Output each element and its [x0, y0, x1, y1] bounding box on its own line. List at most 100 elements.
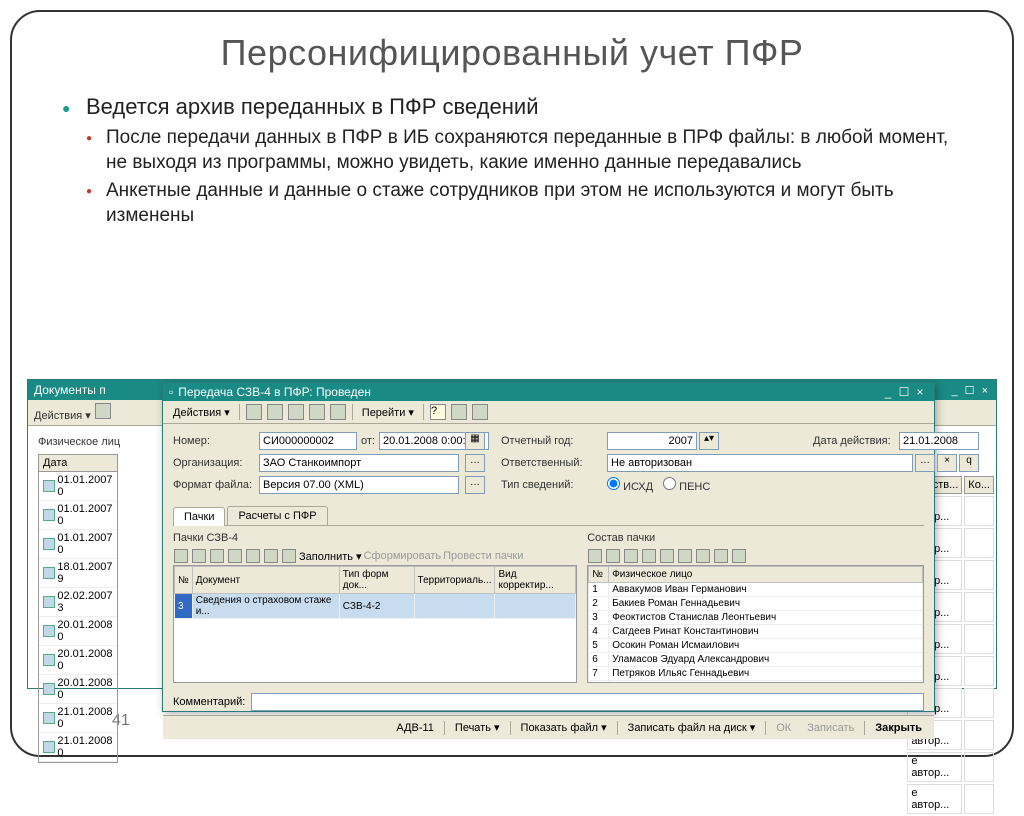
adv11-button[interactable]: АДВ-11 — [390, 720, 440, 736]
person-row[interactable]: 1Аввакумов Иван Германович — [589, 583, 923, 597]
toolbar-icon[interactable] — [606, 549, 620, 563]
form-button[interactable]: Сформировать — [364, 550, 442, 562]
toolbar-icon[interactable] — [714, 549, 728, 563]
date-row[interactable]: 20.01.2008 0 — [39, 617, 117, 646]
pack-content-title: Состав пачки — [587, 532, 924, 544]
toolbar-icon[interactable] — [309, 404, 325, 420]
person-row[interactable]: 5Осокин Роман Исмаилович — [589, 639, 923, 653]
col-person[interactable]: Физическое лицо — [609, 567, 923, 583]
toolbar-icon[interactable] — [696, 549, 710, 563]
doc-icon — [43, 538, 55, 550]
select-button[interactable]: … — [915, 454, 935, 472]
window-buttons[interactable]: _ ☐ × — [951, 384, 990, 397]
save-button[interactable]: Записать — [801, 720, 860, 736]
date-row[interactable]: 20.01.2008 0 — [39, 675, 117, 704]
table-row[interactable]: е автор... — [907, 784, 994, 814]
ok-button[interactable]: ОК — [770, 720, 797, 736]
doc-icon — [43, 741, 55, 753]
tab-pachki[interactable]: Пачки — [173, 507, 225, 526]
close-button[interactable]: × — [912, 385, 928, 399]
date-row[interactable]: 02.02.2007 3 — [39, 588, 117, 617]
bullet-level2: Анкетные данные и данные о стаже сотрудн… — [62, 179, 972, 228]
toolbar-icon[interactable] — [678, 549, 692, 563]
dates-grid: Дата 01.01.2007 001.01.2007 001.01.2007 … — [38, 454, 118, 763]
close-button[interactable]: Закрыть — [869, 720, 928, 736]
transfer-szv4-dialog: ▫Передача СЗВ-4 в ПФР: Проведен _☐× Дейс… — [162, 382, 935, 712]
comment-field[interactable] — [251, 693, 924, 711]
tab-raschety[interactable]: Расчеты с ПФР — [227, 506, 327, 525]
print-button[interactable]: Печать ▾ — [449, 719, 506, 736]
person-row[interactable]: 6Уламасов Эдуард Александрович — [589, 653, 923, 667]
clear-button[interactable]: × — [937, 454, 957, 472]
toolbar-icon[interactable] — [642, 549, 656, 563]
org-select-button[interactable]: … — [465, 454, 485, 472]
toolbar-icon[interactable] — [288, 404, 304, 420]
org-field[interactable] — [259, 454, 459, 472]
date-row[interactable]: 18.01.2007 9 — [39, 559, 117, 588]
responsible-field[interactable] — [607, 454, 913, 472]
org-label: Организация: — [173, 457, 253, 469]
toolbar-icon[interactable] — [95, 403, 111, 419]
date-picker-button[interactable]: ▦ — [465, 432, 485, 450]
toolbar-icon[interactable] — [174, 549, 188, 563]
date-row[interactable]: 21.01.2008 0 — [39, 733, 117, 762]
show-file-button[interactable]: Показать файл ▾ — [515, 719, 613, 736]
person-row[interactable]: 2Бакиев Роман Геннадьевич — [589, 597, 923, 611]
date-row[interactable]: 20.01.2008 0 — [39, 646, 117, 675]
goto-menu[interactable]: Перейти ▾ — [358, 405, 418, 420]
date-row[interactable]: 01.01.2007 0 — [39, 501, 117, 530]
toolbar-icon[interactable] — [588, 549, 602, 563]
table-row[interactable]: е автор... — [907, 752, 994, 782]
col-correction[interactable]: Вид корректир... — [495, 567, 576, 594]
actions-menu[interactable]: Действия ▾ — [34, 410, 91, 422]
col-n[interactable]: № — [175, 567, 193, 594]
toolbar-icon[interactable] — [246, 404, 262, 420]
toolbar-icon[interactable] — [624, 549, 638, 563]
pens-radio[interactable]: ПЕНС — [663, 477, 710, 493]
packs-title: Пачки СЗВ-4 — [173, 532, 577, 544]
person-row[interactable]: 7Петряков Ильяс Геннадьевич — [589, 667, 923, 681]
maximize-button[interactable]: ☐ — [896, 385, 912, 399]
process-button[interactable]: Провести пачки — [443, 550, 523, 562]
toolbar-icon[interactable] — [246, 549, 260, 563]
format-select-button[interactable]: … — [465, 476, 485, 494]
help-icon[interactable]: ? — [430, 404, 446, 420]
col-n[interactable]: № — [589, 567, 609, 583]
toolbar-icon[interactable] — [732, 549, 746, 563]
isxd-radio[interactable]: ИСХД — [607, 477, 653, 493]
col-territorial[interactable]: Территориаль... — [414, 567, 495, 594]
doc-icon — [43, 509, 55, 521]
date-row[interactable]: 21.01.2008 0 — [39, 704, 117, 733]
action-date-field[interactable] — [899, 432, 979, 450]
col-form-type[interactable]: Тип форм док... — [339, 567, 414, 594]
toolbar-icon[interactable] — [210, 549, 224, 563]
person-row[interactable]: 4Сагдеев Ринат Константинович — [589, 625, 923, 639]
from-label: от: — [361, 435, 375, 447]
date-row[interactable]: 01.01.2007 0 — [39, 530, 117, 559]
actions-menu[interactable]: Действия ▾ — [169, 405, 234, 420]
doc-icon — [43, 480, 55, 492]
toolbar-icon[interactable] — [228, 549, 242, 563]
toolbar-icon[interactable] — [660, 549, 674, 563]
save-to-disk-button[interactable]: Записать файл на диск ▾ — [622, 719, 762, 736]
person-row[interactable]: 8Евдокимов Андриан Владимирович — [589, 681, 923, 684]
toolbar-icon[interactable] — [192, 549, 206, 563]
col-document[interactable]: Документ — [192, 567, 339, 594]
toolbar-icon[interactable] — [264, 549, 278, 563]
column-header[interactable]: Дата — [39, 455, 117, 472]
date-row[interactable]: 01.01.2007 0 — [39, 472, 117, 501]
fill-button[interactable]: Заполнить ▾ — [299, 550, 362, 563]
pack-row[interactable]: 3 Сведения о страховом стаже и... СЗВ-4-… — [175, 594, 576, 619]
person-row[interactable]: 3Феоктистов Станислав Леонтьевич — [589, 611, 923, 625]
open-button[interactable]: q — [959, 454, 979, 472]
number-field[interactable] — [259, 432, 357, 450]
format-field[interactable] — [259, 476, 459, 494]
toolbar-icon[interactable] — [267, 404, 283, 420]
toolbar-icon[interactable] — [451, 404, 467, 420]
report-year-field[interactable] — [607, 432, 697, 450]
toolbar-icon[interactable] — [472, 404, 488, 420]
toolbar-icon[interactable] — [330, 404, 346, 420]
spinner-button[interactable]: ▴▾ — [699, 432, 719, 450]
minimize-button[interactable]: _ — [880, 385, 896, 399]
toolbar-icon[interactable] — [282, 549, 296, 563]
